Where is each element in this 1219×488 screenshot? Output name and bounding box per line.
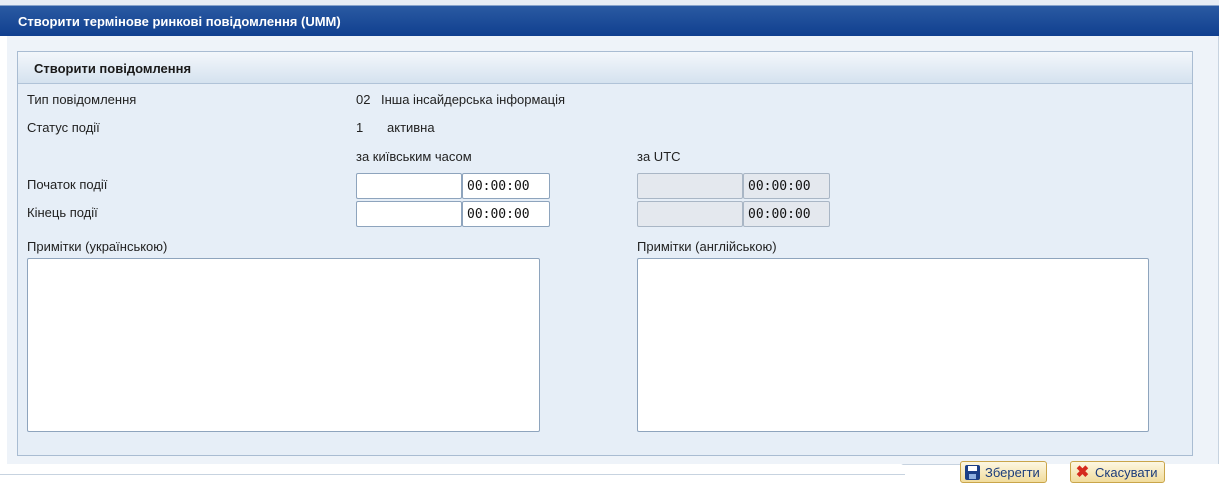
footer-divider xyxy=(0,474,905,475)
panel-header: Створити повідомлення xyxy=(18,52,1192,84)
kyiv-time-header: за київським часом xyxy=(356,149,472,164)
message-type-text: Інша інсайдерська інформація xyxy=(381,92,566,107)
cancel-button[interactable]: ✖ Скасувати xyxy=(1070,461,1165,483)
create-message-panel: Створити повідомлення Тип повідомлення 0… xyxy=(17,51,1193,456)
footer-divider-slant xyxy=(883,464,963,475)
save-icon xyxy=(965,464,980,480)
save-button-label: Зберегти xyxy=(985,464,1040,480)
cancel-button-label: Скасувати xyxy=(1095,464,1158,480)
event-start-utc-time-input xyxy=(743,173,830,199)
event-status-label: Статус події xyxy=(27,120,100,135)
event-end-utc-time-input xyxy=(743,201,830,227)
message-type-code: 02 xyxy=(356,92,371,107)
event-end-kyiv-date-input[interactable] xyxy=(356,201,462,227)
event-end-utc-date-input xyxy=(637,201,743,227)
event-end-kyiv-time-input[interactable] xyxy=(462,201,550,227)
event-start-label: Початок події xyxy=(27,177,108,192)
event-status-text: активна xyxy=(387,120,435,135)
cancel-icon: ✖ xyxy=(1075,463,1090,481)
notes-ukrainian-label: Примітки (українською) xyxy=(27,239,168,254)
notes-english-label: Примітки (англійською) xyxy=(637,239,777,254)
event-status-code: 1 xyxy=(356,120,364,135)
utc-time-header: за UTC xyxy=(637,149,681,164)
save-button[interactable]: Зберегти xyxy=(960,461,1047,483)
message-type-label: Тип повідомлення xyxy=(27,92,137,107)
panel-title: Створити повідомлення xyxy=(34,61,192,76)
content-area: Створити повідомлення Тип повідомлення 0… xyxy=(7,36,1219,464)
event-start-kyiv-date-input[interactable] xyxy=(356,173,462,199)
window-title: Створити термінове ринкові повідомлення … xyxy=(18,14,341,29)
notes-ukrainian-textarea[interactable] xyxy=(27,258,540,432)
event-end-label: Кінець події xyxy=(27,205,98,220)
notes-english-textarea[interactable] xyxy=(637,258,1149,432)
title-bar: Створити термінове ринкові повідомлення … xyxy=(0,0,1219,36)
event-start-utc-date-input xyxy=(637,173,743,199)
event-start-kyiv-time-input[interactable] xyxy=(462,173,550,199)
